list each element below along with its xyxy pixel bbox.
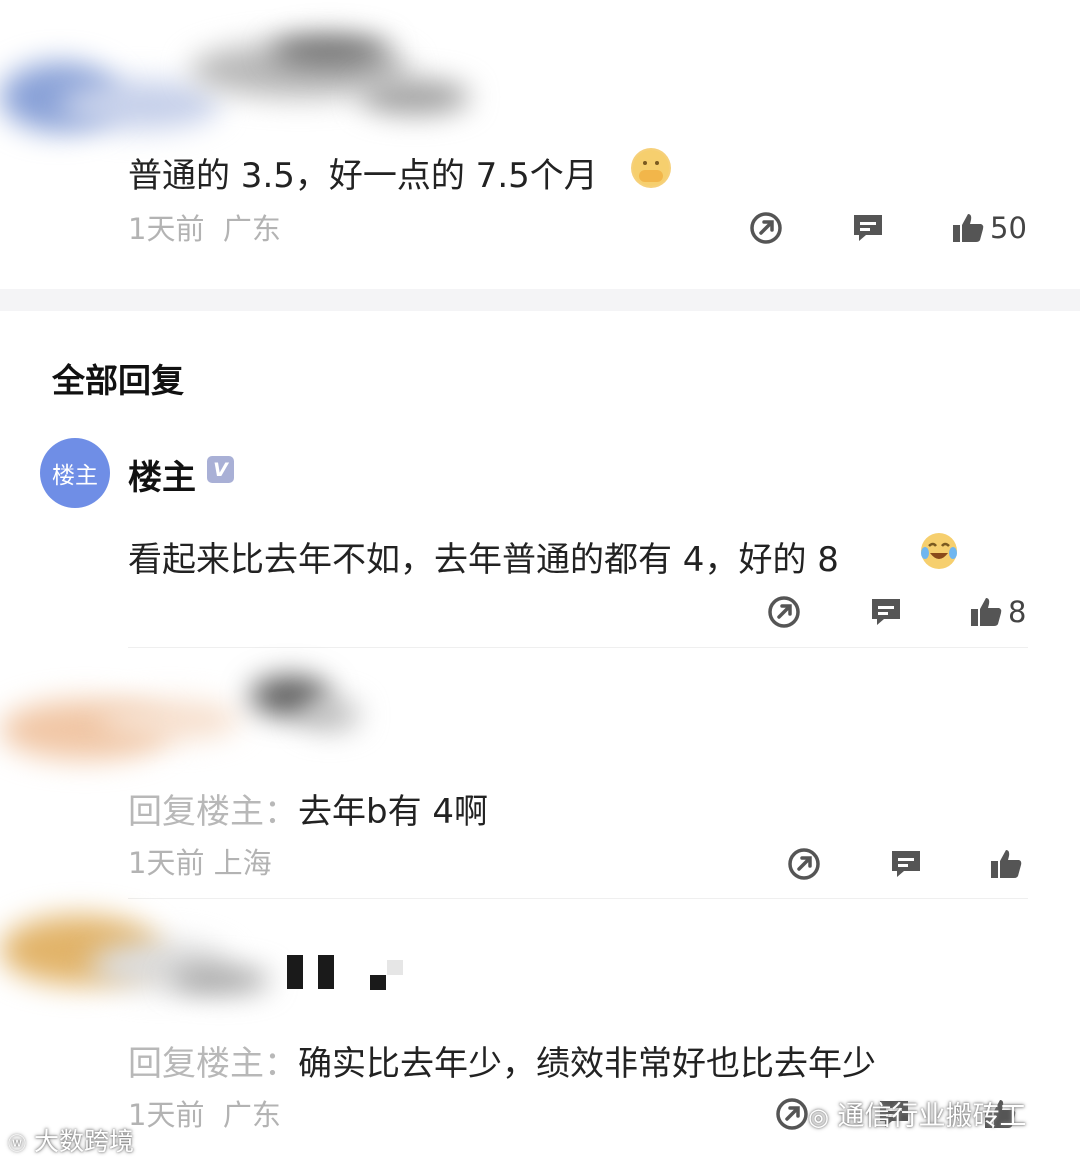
- verified-badge: V: [207, 456, 234, 483]
- comment-icon: [888, 846, 924, 882]
- share-icon: [774, 1096, 810, 1132]
- reply-actions: 8: [766, 592, 1036, 632]
- reply-button[interactable]: [850, 208, 886, 248]
- comment-actions: 50: [748, 208, 1038, 248]
- thumbs-up-icon: [968, 594, 1004, 630]
- reply-button[interactable]: [888, 844, 924, 884]
- divider: [128, 898, 1028, 899]
- share-button[interactable]: [748, 208, 784, 248]
- share-button[interactable]: [774, 1094, 810, 1134]
- avatar[interactable]: 楼主: [40, 438, 110, 508]
- share-icon: [766, 594, 802, 630]
- tears-of-joy-emoji: [919, 531, 959, 571]
- thumbs-up-icon: [988, 846, 1024, 882]
- reply-meta: 1天前 上海: [128, 846, 272, 880]
- divider: [128, 647, 1028, 648]
- op-username[interactable]: 楼主: [128, 450, 196, 499]
- comment-icon: [850, 210, 886, 246]
- like-button[interactable]: 50: [950, 208, 1027, 248]
- like-count: 8: [1008, 595, 1027, 629]
- like-count: 50: [990, 211, 1027, 245]
- watermark-left: ⓦ 大数跨境: [8, 1127, 134, 1156]
- reply-actions: [786, 844, 1036, 884]
- reply-text: 回复楼主：去年b有 4啊: [128, 792, 489, 832]
- watermark-right: ◎ 通信行业搬砖工: [808, 1101, 1027, 1132]
- hands-over-mouth-emoji: [631, 148, 671, 188]
- share-icon: [748, 210, 784, 246]
- weibo-logo-icon: ⓦ: [8, 1134, 26, 1155]
- comment-icon: [868, 594, 904, 630]
- share-icon: [786, 846, 822, 882]
- comment-meta: 1天前 广东: [128, 212, 281, 246]
- thumbs-up-icon: [950, 210, 986, 246]
- like-button[interactable]: 8: [968, 592, 1026, 632]
- comment-text: 普通的 3.5，好一点的 7.5个月: [128, 156, 598, 196]
- wechat-logo-icon: ◎: [808, 1103, 829, 1131]
- section-title: 全部回复: [52, 361, 184, 400]
- section-divider: [0, 289, 1080, 311]
- reply-text: 回复楼主：确实比去年少，绩效非常好也比去年少: [128, 1044, 876, 1084]
- share-button[interactable]: [766, 592, 802, 632]
- reply-text: 看起来比去年不如，去年普通的都有 4，好的 8: [128, 540, 839, 580]
- reply-meta: 1天前 广东: [128, 1098, 281, 1132]
- like-button[interactable]: [988, 844, 1024, 884]
- reply-button[interactable]: [868, 592, 904, 632]
- share-button[interactable]: [786, 844, 822, 884]
